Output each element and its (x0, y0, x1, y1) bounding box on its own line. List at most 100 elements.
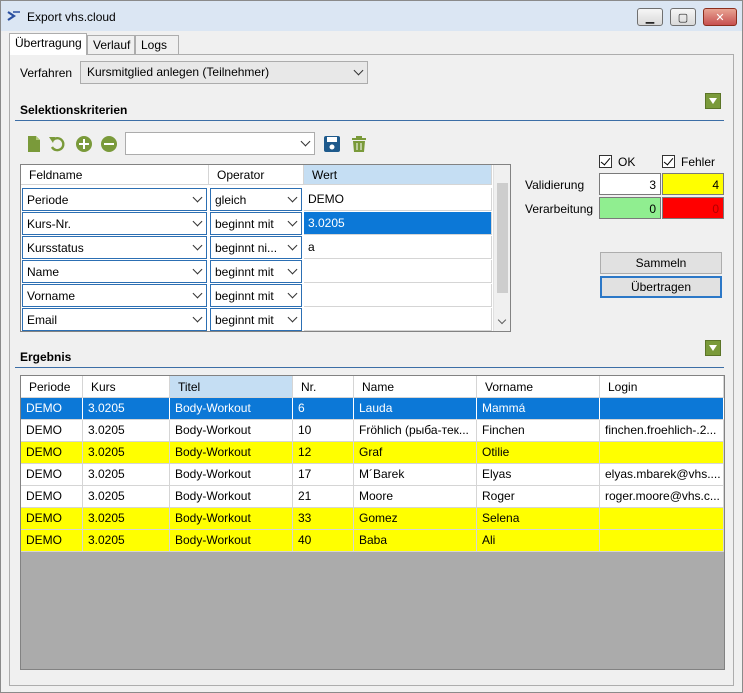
app-logo-icon (7, 11, 20, 21)
cell-login (600, 398, 724, 420)
feldname-select[interactable]: Periode (22, 188, 207, 211)
cell-name: Baba (354, 530, 477, 552)
chevron-down-icon (287, 240, 298, 250)
operator-select[interactable]: beginnt mit (210, 284, 302, 307)
wert-input[interactable] (304, 260, 492, 283)
feldname-select[interactable]: Kurs-Nr. (22, 212, 207, 235)
feldname-select[interactable]: Vorname (22, 284, 207, 307)
new-document-icon[interactable] (25, 135, 43, 153)
wert-input[interactable]: a (304, 236, 492, 259)
operator-value: beginnt mit (215, 217, 274, 231)
feldname-select[interactable]: Kursstatus (22, 236, 207, 259)
cell-titel: Body-Workout (170, 442, 293, 464)
close-button[interactable]: ✕ (703, 8, 737, 26)
collapse-ergebnis-button[interactable] (705, 340, 721, 356)
table-row[interactable]: DEMO 3.0205 Body-Workout 6 Lauda Mammá (21, 398, 724, 420)
verarbeitung-label: Verarbeitung (525, 202, 594, 216)
feldname-value: Vorname (27, 289, 76, 303)
wert-input[interactable] (304, 308, 492, 331)
add-icon[interactable] (75, 135, 93, 153)
fehler-checkbox[interactable] (662, 155, 675, 168)
chevron-down-icon (353, 65, 364, 75)
column-header-nr[interactable]: Nr. (293, 376, 354, 398)
wert-input[interactable]: 3.0205 (304, 212, 492, 235)
tab-logs[interactable]: Logs (135, 35, 179, 55)
cell-titel: Body-Workout (170, 486, 293, 508)
cell-name: Lauda (354, 398, 477, 420)
maximize-icon: ▢ (677, 11, 689, 24)
operator-select[interactable]: gleich (210, 188, 302, 211)
feldname-value: Kursstatus (27, 241, 84, 255)
operator-select[interactable]: beginnt mit (210, 260, 302, 283)
selektion-title: Selektionskriterien (20, 103, 128, 117)
minimize-button[interactable]: ▁ (637, 8, 663, 26)
scroll-down-icon[interactable] (497, 315, 507, 325)
operator-select[interactable]: beginnt mit (210, 308, 302, 331)
cell-vorname: Finchen (477, 420, 600, 442)
fehler-label: Fehler (681, 155, 716, 169)
remove-icon[interactable] (100, 135, 118, 153)
sammeln-button[interactable]: Sammeln (600, 252, 722, 274)
column-header-operator[interactable]: Operator (209, 165, 304, 185)
delete-icon[interactable] (350, 135, 368, 153)
table-row[interactable]: DEMO 3.0205 Body-Workout 40 Baba Ali (21, 530, 724, 552)
cell-nr: 12 (293, 442, 354, 464)
ergebnis-title: Ergebnis (20, 350, 72, 364)
undo-icon[interactable] (48, 135, 66, 153)
table-row[interactable]: DEMO 3.0205 Body-Workout 10 Fröhlich (рыба-т… (21, 420, 724, 442)
title-bar[interactable]: Export vhs.cloud ▁ ▢ ✕ (1, 1, 742, 31)
filter-set-select[interactable] (125, 132, 315, 155)
column-header-wert[interactable]: Wert (304, 165, 492, 185)
table-row[interactable]: DEMO 3.0205 Body-Workout 21 Moore Roger roger.… (21, 486, 724, 508)
scrollbar-thumb[interactable] (497, 183, 508, 293)
column-header-periode[interactable]: Periode (21, 376, 83, 398)
cell-nr: 10 (293, 420, 354, 442)
cell-name: Moore (354, 486, 477, 508)
uebertragen-button[interactable]: Übertragen (600, 276, 722, 298)
column-header-feldname[interactable]: Feldname (21, 165, 209, 185)
cell-periode: DEMO (21, 420, 83, 442)
chevron-down-icon (300, 136, 311, 146)
cell-kurs: 3.0205 (83, 464, 170, 486)
cell-periode: DEMO (21, 398, 83, 420)
column-header-vorname[interactable]: Vorname (477, 376, 600, 398)
export-window: Export vhs.cloud ▁ ▢ ✕ Übertragung Verla… (0, 0, 743, 693)
cell-login: elyas.mbarek@vhs.... (600, 464, 724, 486)
verfahren-select[interactable]: Kursmitglied anlegen (Teilnehmer) (80, 61, 368, 84)
feldname-select[interactable]: Name (22, 260, 207, 283)
maximize-button[interactable]: ▢ (670, 8, 696, 26)
save-icon[interactable] (323, 135, 341, 153)
table-row[interactable]: DEMO 3.0205 Body-Workout 17 M´Barek Elyas elya… (21, 464, 724, 486)
column-header-name[interactable]: Name (354, 376, 477, 398)
feldname-select[interactable]: Email (22, 308, 207, 331)
ok-checkbox[interactable] (599, 155, 612, 168)
operator-select[interactable]: beginnt mit (210, 212, 302, 235)
cell-vorname: Mammá (477, 398, 600, 420)
tab-verlauf[interactable]: Verlauf (87, 35, 135, 55)
cell-kurs: 3.0205 (83, 530, 170, 552)
cell-name: Graf (354, 442, 477, 464)
table-row[interactable]: DEMO 3.0205 Body-Workout 33 Gomez Selena (21, 508, 724, 530)
cell-titel: Body-Workout (170, 420, 293, 442)
selektion-scrollbar[interactable] (493, 165, 510, 331)
table-row[interactable]: DEMO 3.0205 Body-Workout 12 Graf Otilie (21, 442, 724, 464)
operator-value: beginnt mit (215, 313, 274, 327)
cell-name: M´Barek (354, 464, 477, 486)
window-title: Export vhs.cloud (27, 10, 116, 24)
collapse-selektion-button[interactable] (705, 93, 721, 109)
column-header-titel[interactable]: Titel (170, 376, 293, 398)
cell-nr: 40 (293, 530, 354, 552)
chevron-down-icon (287, 288, 298, 298)
tab-uebertragung[interactable]: Übertragung (9, 33, 87, 55)
operator-select[interactable]: beginnt ni... (210, 236, 302, 259)
cell-kurs: 3.0205 (83, 508, 170, 530)
column-header-login[interactable]: Login (600, 376, 724, 398)
column-header-kurs[interactable]: Kurs (83, 376, 170, 398)
cell-kurs: 3.0205 (83, 442, 170, 464)
cell-login (600, 508, 724, 530)
cell-titel: Body-Workout (170, 464, 293, 486)
cell-vorname: Roger (477, 486, 600, 508)
chevron-down-icon (287, 264, 298, 274)
wert-input[interactable] (304, 284, 492, 307)
wert-input[interactable]: DEMO (304, 188, 492, 211)
